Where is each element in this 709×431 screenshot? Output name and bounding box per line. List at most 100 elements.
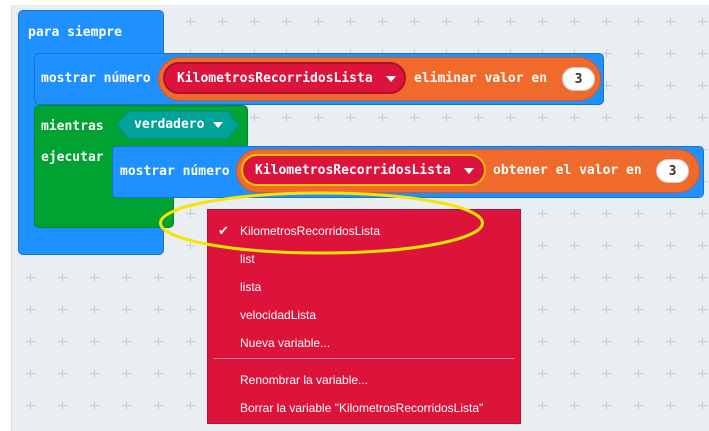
list-variable-label: KilometrosRecorridosLista — [177, 71, 373, 86]
grid-plus-icon — [602, 305, 611, 314]
grid-plus-icon — [570, 241, 579, 250]
grid-plus-icon — [666, 273, 675, 282]
grid-plus-icon — [570, 305, 579, 314]
grid-plus-icon — [634, 209, 643, 218]
grid-plus-icon — [538, 305, 547, 314]
show-number-label: mostrar número — [120, 164, 230, 179]
grid-plus-icon — [314, 113, 323, 122]
grid-plus-icon — [634, 241, 643, 250]
grid-plus-icon — [122, 369, 131, 378]
grid-plus-icon — [698, 369, 707, 378]
get-index-input[interactable]: 3 — [656, 159, 689, 183]
grid-plus-icon — [506, 113, 515, 122]
grid-plus-icon — [122, 337, 131, 346]
grid-plus-icon — [570, 369, 579, 378]
grid-plus-icon — [602, 273, 611, 282]
grid-plus-icon — [666, 209, 675, 218]
grid-plus-icon — [58, 369, 67, 378]
grid-plus-icon — [26, 337, 35, 346]
grid-plus-icon — [666, 369, 675, 378]
grid-plus-icon — [538, 369, 547, 378]
grid-plus-icon — [26, 369, 35, 378]
grid-plus-icon — [90, 369, 99, 378]
grid-plus-icon — [314, 17, 323, 26]
grid-plus-icon — [698, 17, 707, 26]
grid-plus-icon — [282, 17, 291, 26]
grid-plus-icon — [666, 241, 675, 250]
grid-plus-icon — [26, 305, 35, 314]
grid-plus-icon — [602, 369, 611, 378]
grid-plus-icon — [122, 273, 131, 282]
chevron-down-icon — [464, 168, 474, 174]
grid-plus-icon — [186, 401, 195, 410]
list-variable-dropdown-2[interactable]: KilometrosRecorridosLista — [241, 154, 486, 186]
grid-plus-icon — [698, 401, 707, 410]
grid-plus-icon — [186, 369, 195, 378]
grid-plus-icon — [90, 337, 99, 346]
forever-label: para siempre — [28, 25, 122, 40]
list-variable-label: KilometrosRecorridosLista — [255, 163, 451, 178]
grid-plus-icon — [602, 113, 611, 122]
grid-plus-icon — [698, 305, 707, 314]
grid-plus-icon — [634, 337, 643, 346]
grid-plus-icon — [186, 17, 195, 26]
grid-plus-icon — [666, 337, 675, 346]
grid-plus-icon — [602, 337, 611, 346]
grid-plus-icon — [698, 81, 707, 90]
grid-plus-icon — [378, 113, 387, 122]
grid-plus-icon — [538, 17, 547, 26]
boolean-true-block[interactable]: verdadero — [116, 110, 240, 140]
menu-item-velocidadlista[interactable]: velocidadLista — [240, 308, 316, 322]
grid-plus-icon — [634, 113, 643, 122]
grid-plus-icon — [570, 337, 579, 346]
menu-item-lista[interactable]: lista — [240, 280, 261, 294]
grid-plus-icon — [602, 17, 611, 26]
menu-item-delete-variable[interactable]: Borrar la variable "KilometrosRecorridos… — [240, 401, 483, 415]
grid-plus-icon — [26, 401, 35, 410]
grid-plus-icon — [634, 305, 643, 314]
chevron-down-icon — [213, 122, 223, 128]
remove-value-label: eliminar valor en — [414, 71, 548, 86]
grid-plus-icon — [698, 273, 707, 282]
grid-plus-icon — [538, 241, 547, 250]
grid-plus-icon — [410, 17, 419, 26]
grid-plus-icon — [474, 17, 483, 26]
grid-plus-icon — [122, 305, 131, 314]
grid-plus-icon — [58, 273, 67, 282]
grid-plus-icon — [58, 305, 67, 314]
grid-plus-icon — [666, 401, 675, 410]
do-label: ejecutar — [41, 150, 104, 165]
grid-plus-icon — [90, 305, 99, 314]
grid-plus-icon — [634, 49, 643, 58]
menu-divider — [214, 358, 514, 359]
remove-index-input[interactable]: 3 — [562, 67, 595, 91]
chevron-down-icon — [386, 76, 396, 82]
grid-plus-icon — [58, 401, 67, 410]
grid-plus-icon — [666, 81, 675, 90]
grid-plus-icon — [570, 273, 579, 282]
grid-plus-icon — [570, 209, 579, 218]
grid-plus-icon — [154, 305, 163, 314]
grid-plus-icon — [26, 273, 35, 282]
list-variable-dropdown-1[interactable]: KilometrosRecorridosLista — [163, 62, 406, 94]
grid-plus-icon — [602, 401, 611, 410]
grid-plus-icon — [90, 401, 99, 410]
while-label: mientras — [41, 119, 104, 134]
grid-plus-icon — [538, 113, 547, 122]
grid-plus-icon — [634, 17, 643, 26]
grid-plus-icon — [154, 401, 163, 410]
grid-plus-icon — [698, 241, 707, 250]
grid-plus-icon — [154, 337, 163, 346]
grid-plus-icon — [538, 273, 547, 282]
menu-item-rename-variable[interactable]: Renombrar la variable... — [240, 373, 368, 387]
menu-item-new-variable[interactable]: Nueva variable... — [240, 336, 330, 350]
grid-plus-icon — [186, 273, 195, 282]
get-value-label: obtener el valor en — [493, 163, 642, 178]
grid-plus-icon — [442, 113, 451, 122]
grid-plus-icon — [538, 401, 547, 410]
grid-plus-icon — [474, 113, 483, 122]
highlight-ellipse — [159, 191, 484, 255]
grid-plus-icon — [346, 113, 355, 122]
grid-plus-icon — [666, 49, 675, 58]
grid-plus-icon — [378, 17, 387, 26]
